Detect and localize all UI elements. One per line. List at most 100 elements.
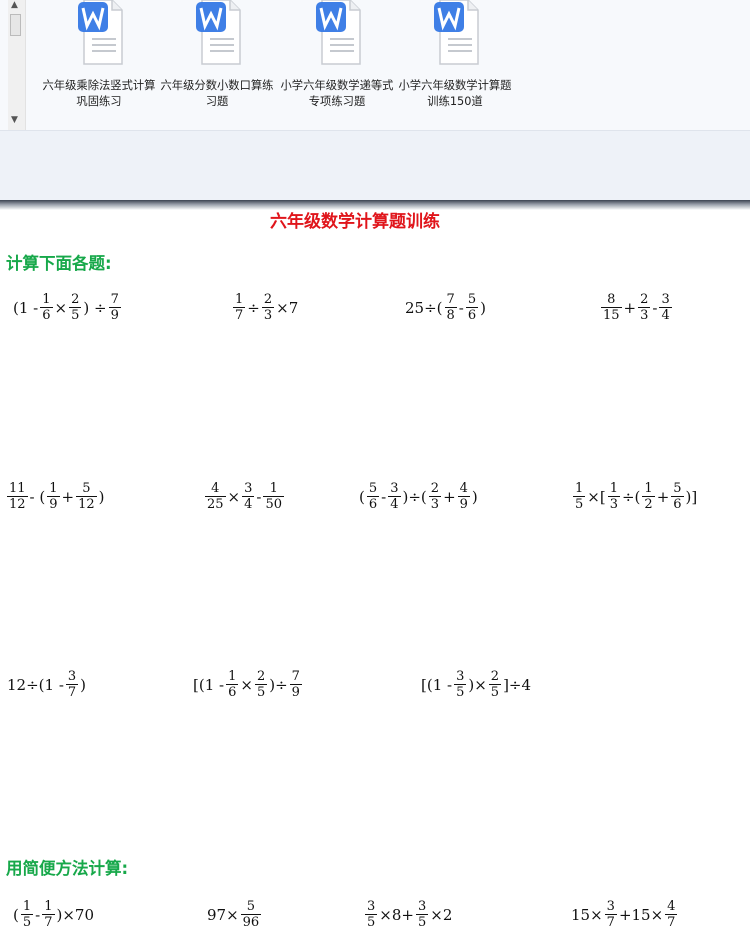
numerator: 8 xyxy=(607,292,616,307)
math-text: ) ÷ xyxy=(83,299,107,317)
denominator: 5 xyxy=(573,496,586,512)
denominator: 2 xyxy=(642,496,655,512)
denominator: 7 xyxy=(42,914,55,930)
math-text: × xyxy=(240,676,253,694)
math-text: + xyxy=(656,488,670,506)
math-text: ÷( xyxy=(621,488,641,506)
word-document-icon xyxy=(78,0,123,65)
fraction: 56 xyxy=(671,481,684,512)
denominator: 5 xyxy=(454,684,467,700)
scroll-up-arrow-icon[interactable]: ▲ xyxy=(11,0,18,10)
math-text: + xyxy=(623,299,637,317)
numerator: 1 xyxy=(235,292,244,307)
numerator: 3 xyxy=(417,899,427,914)
denominator: 9 xyxy=(47,496,60,512)
math-problem: (1 -1 6 × 2 5) ÷ 7 9 xyxy=(12,293,122,323)
math-problem: (1 5-1 7)×70 xyxy=(12,900,95,930)
fraction: 23 xyxy=(428,481,442,512)
fraction: 79 xyxy=(108,293,121,323)
math-text: [(1 - xyxy=(193,676,225,694)
numerator: 2 xyxy=(430,481,440,496)
fraction: 1 50 xyxy=(263,481,285,512)
fraction: 4 25 xyxy=(205,482,226,512)
fraction: 79 xyxy=(289,669,302,700)
fraction: 15 xyxy=(20,899,34,930)
scroll-thumb[interactable] xyxy=(10,14,21,36)
math-problem: 25÷(7 8-5 6) xyxy=(404,293,487,323)
fraction: 25 xyxy=(69,293,82,323)
denominator: 6 xyxy=(40,307,53,323)
numerator: 4 xyxy=(211,481,220,496)
denominator: 50 xyxy=(263,496,285,512)
fraction: 16 xyxy=(226,670,239,700)
file-name[interactable]: 小学六年级数学计算题训练150道 xyxy=(394,78,516,110)
fraction: 13 xyxy=(607,481,620,512)
denominator: 9 xyxy=(108,307,121,323)
fraction: 34 xyxy=(659,292,672,323)
file-name[interactable]: 小学六年级数学递等式专项练习题 xyxy=(276,78,398,110)
denominator: 3 xyxy=(428,496,442,512)
file-name[interactable]: 六年级分数小数口算练习题 xyxy=(156,78,278,110)
numerator: 3 xyxy=(661,292,670,307)
numerator: 2 xyxy=(263,292,273,307)
fraction: 37 xyxy=(604,899,617,930)
fraction: 5 96 xyxy=(240,899,262,930)
details-panel xyxy=(0,130,750,201)
numerator: 3 xyxy=(606,899,615,914)
denominator: 4 xyxy=(242,496,255,512)
numerator: 2 xyxy=(640,292,649,307)
math-text: × xyxy=(227,488,241,506)
math-problem: (5 6-3 4)÷(2 3 +4 9) xyxy=(358,482,479,512)
fraction: 16 xyxy=(40,293,53,323)
fraction: 34 xyxy=(242,482,255,512)
math-text: )×70 xyxy=(56,906,95,924)
math-text: ( xyxy=(13,906,19,924)
math-text: - xyxy=(35,906,41,924)
numerator: 1 xyxy=(22,899,32,914)
file-name[interactable]: 六年级乘除法竖式计算巩固练习 xyxy=(38,78,160,110)
math-text: 25÷( xyxy=(405,299,443,317)
math-text: ( xyxy=(359,488,365,506)
math-text: ÷ xyxy=(247,299,260,317)
fraction: 35 xyxy=(415,899,429,930)
scroll-down-arrow-icon[interactable]: ▼ xyxy=(11,115,18,125)
numerator: 7 xyxy=(291,669,300,684)
numerator: 5 xyxy=(368,481,378,496)
math-text: + xyxy=(61,488,75,506)
denominator: 12 xyxy=(76,496,97,512)
word-document-icon xyxy=(434,0,479,65)
math-text: - xyxy=(652,299,658,317)
denominator: 4 xyxy=(659,307,672,323)
denominator: 3 xyxy=(607,496,620,512)
math-problem: 1 5 ×[1 3 ÷(1 2 +5 6)] xyxy=(572,482,698,512)
vertical-scrollbar[interactable]: ▲ ▼ xyxy=(8,0,26,130)
fraction: 49 xyxy=(457,482,470,512)
file-browser: ▲ ▼ 六年级乘除法竖式计算巩固练习 六年级分数小数口算练习题 小学六年级数学递… xyxy=(0,0,750,130)
fraction: 5 12 xyxy=(76,482,97,512)
numerator: 5 xyxy=(246,899,256,914)
numerator: 1 xyxy=(49,481,58,496)
document-title: 六年级数学计算题训练 xyxy=(270,212,440,232)
fraction: 56 xyxy=(465,293,479,323)
math-problem: 11 12- (1 9 +5 12) xyxy=(6,482,106,512)
fraction: 17 xyxy=(233,292,246,323)
fraction: 17 xyxy=(42,900,55,930)
numerator: 1 xyxy=(609,481,618,496)
denominator: 12 xyxy=(7,496,28,512)
math-text: 15× xyxy=(571,906,603,924)
math-problem: 3 5 ×8+ 3 5 ×2 xyxy=(364,900,453,930)
fraction: 78 xyxy=(444,293,457,323)
numerator: 1 xyxy=(269,481,278,496)
denominator: 5 xyxy=(20,914,34,930)
math-text: ×7 xyxy=(276,299,299,317)
numerator: 5 xyxy=(673,481,682,496)
math-text: ×2 xyxy=(430,906,453,924)
math-text: + xyxy=(443,488,456,506)
numerator: 11 xyxy=(9,481,26,496)
numerator: 4 xyxy=(667,899,676,914)
math-text: )÷( xyxy=(402,488,427,506)
math-text: ) xyxy=(480,299,487,317)
math-text: ]÷4 xyxy=(503,676,532,694)
fraction: 12 xyxy=(642,482,655,512)
math-problem: 8 15 +2 3-3 4 xyxy=(600,293,673,323)
